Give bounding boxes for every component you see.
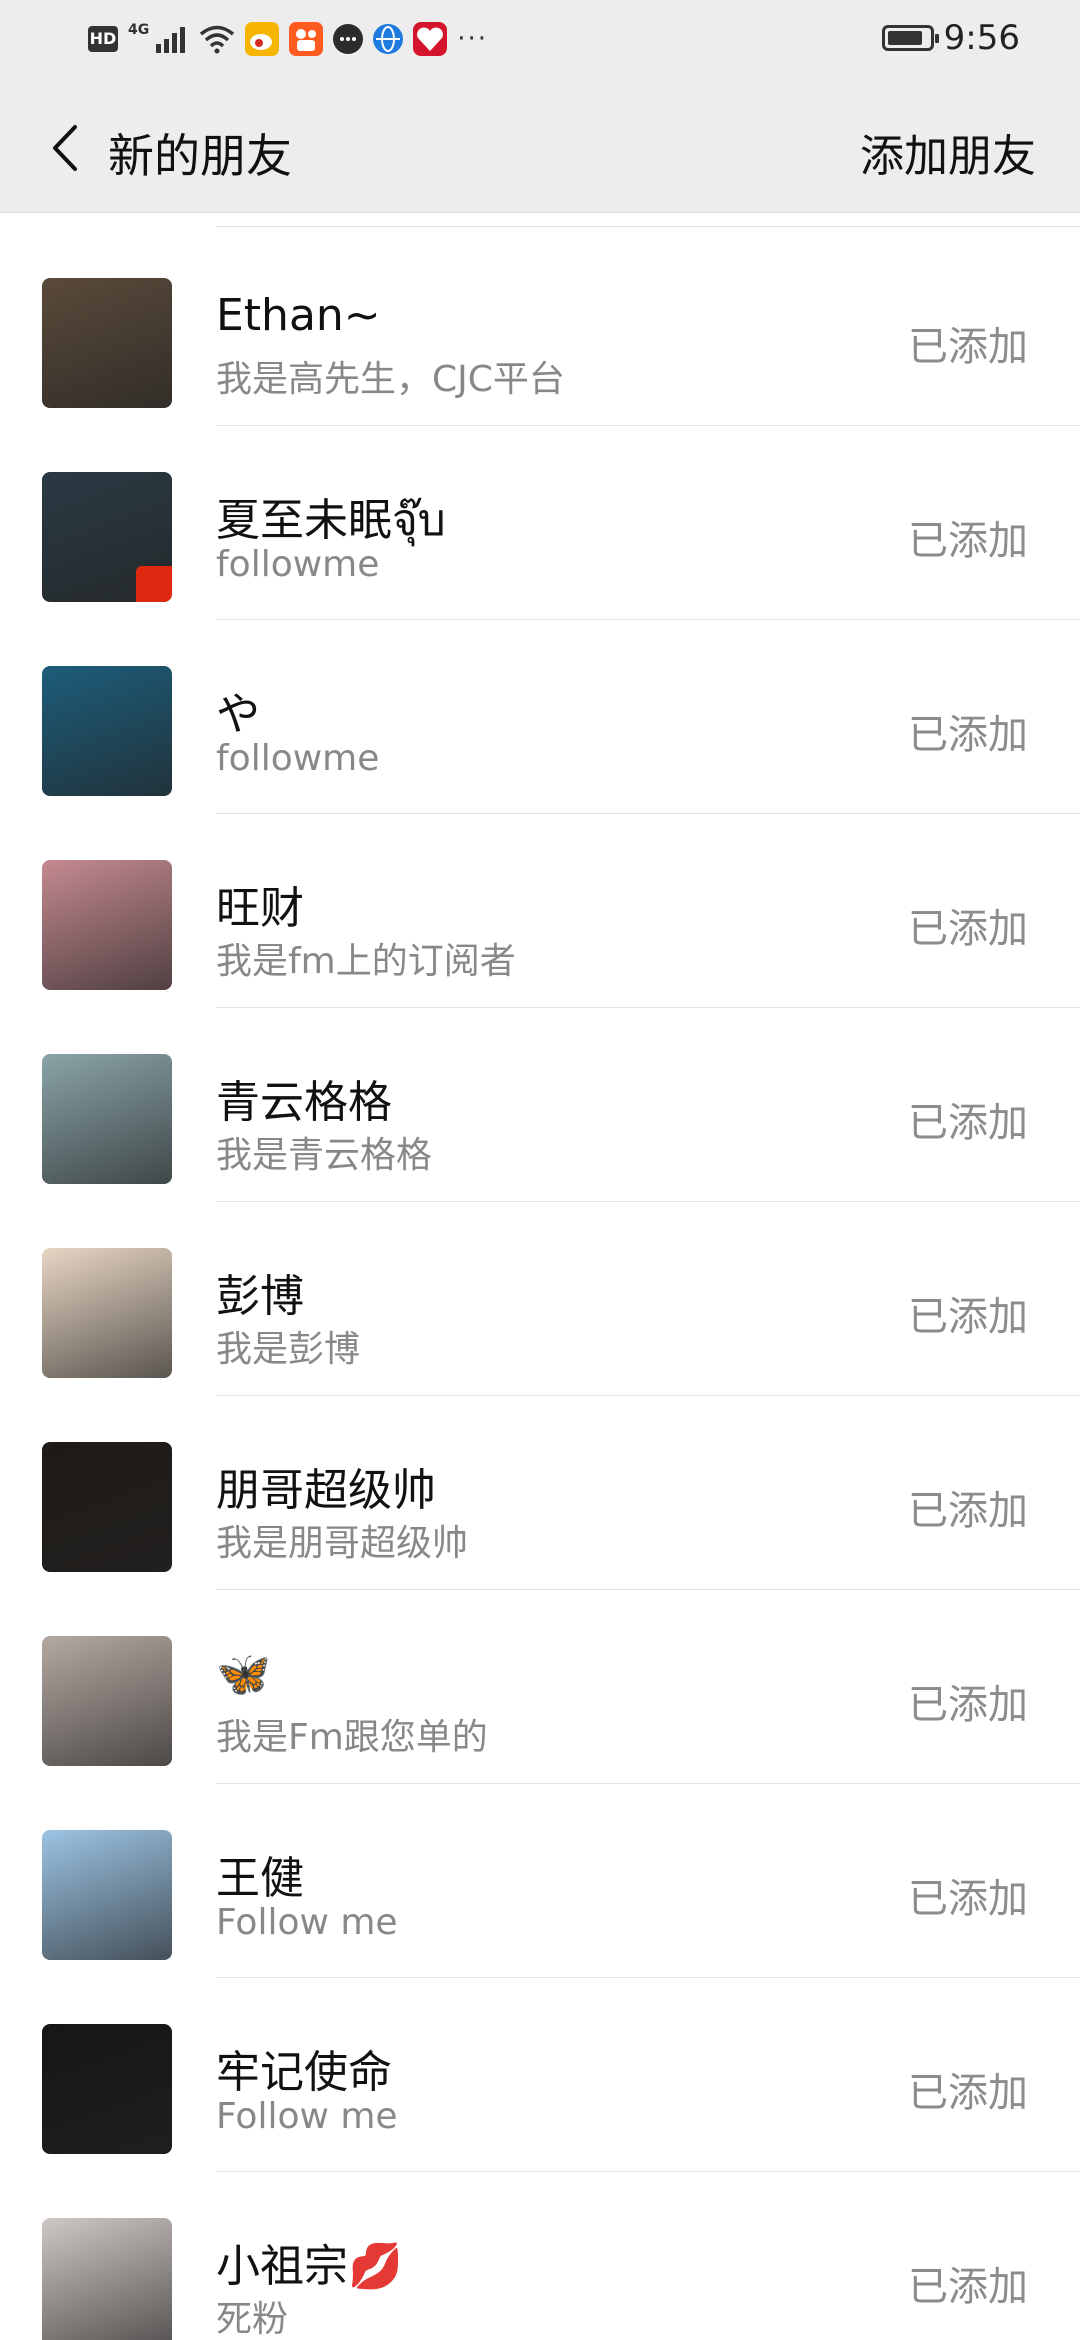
friend-request-message: 我是高先生，CJC平台 [216,359,565,400]
friend-row[interactable]: 🦋 我是Fm跟您单的 已添加 [0,1590,1080,1784]
friend-name: 小祖宗💋 [216,2241,403,2292]
friend-name: 王健 [216,1853,304,1904]
friend-name: や [216,689,260,740]
friend-request-message: Follow me [216,2096,398,2137]
list-divider [216,226,1080,227]
avatar[interactable] [42,666,172,796]
clock: 9:56 [943,18,1020,58]
battery-icon [881,25,939,51]
more-notifications-indicator: ··· [457,24,489,54]
friend-row[interactable]: 彭博我是彭博 已添加 [0,1202,1080,1396]
friend-name: Ethan~ [216,290,381,341]
avatar[interactable] [42,2218,172,2340]
friend-list[interactable]: Ethan~ 我是高先生，CJC平台 已添加 夏至未眠จุ๊บ followme 已添加や… [0,212,1080,2340]
friend-name: 牢记使命 [216,2047,392,2098]
friend-name: 彭博 [216,1271,304,1322]
avatar[interactable] [42,472,172,602]
added-status-label: 已添加 [908,906,1028,952]
friend-row[interactable]: 朋哥超级帅我是朋哥超级帅 已添加 [0,1396,1080,1590]
added-status-label: 已添加 [908,324,1028,370]
friend-row[interactable]: や followme 已添加 [0,620,1080,814]
friend-row[interactable]: Ethan~ 我是高先生，CJC平台 已添加 [0,232,1080,426]
avatar[interactable] [42,1248,172,1378]
friend-name: 旺财 [216,883,304,934]
added-status-label: 已添加 [908,2264,1028,2310]
added-status-label: 已添加 [908,1294,1028,1340]
friend-request-message: 我是朋哥超级帅 [216,1523,469,1564]
friend-row[interactable]: 小祖宗💋 死粉 已添加 [0,2172,1080,2340]
added-status-label: 已添加 [908,2070,1028,2116]
status-icons-left: HD 4G ··· [88,22,488,56]
added-status-label: 已添加 [908,1100,1028,1146]
friend-name: 🦋 [216,1649,271,1700]
friend-request-message: 我是青云格格 [216,1135,433,1176]
friend-request-message: 我是彭博 [216,1329,361,1370]
love-app-icon [413,22,448,56]
friend-name: 青云格格 [216,1077,392,1128]
status-bar: HD 4G ··· 9:56 [0,0,1080,84]
added-status-label: 已添加 [908,1876,1028,1922]
globe-icon [373,24,404,54]
flag-icon [136,566,172,602]
friend-row[interactable]: 王健 Follow me 已添加 [0,1784,1080,1978]
wifi-icon [199,24,235,54]
added-status-label: 已添加 [908,1488,1028,1534]
back-button[interactable] [30,110,100,186]
hd-badge: HD [88,26,118,52]
add-friend-button[interactable]: 添加朋友 [860,120,1036,184]
weibo-icon [245,22,280,56]
network-type: 4G [128,22,150,38]
added-status-label: 已添加 [908,712,1028,758]
friend-name: 朋哥超级帅 [216,1465,436,1516]
status-icons-right: 9:56 [881,18,1020,58]
signal-icon [155,24,189,54]
added-status-label: 已添加 [908,518,1028,564]
friend-row[interactable]: 青云格格我是青云格格 已添加 [0,1008,1080,1202]
avatar[interactable] [42,860,172,990]
friend-request-message: 我是fm上的订阅者 [216,941,516,982]
avatar[interactable] [42,1054,172,1184]
added-status-label: 已添加 [908,1682,1028,1728]
chevron-left-icon [53,125,77,171]
friend-request-message: 我是Fm跟您单的 [216,1717,488,1758]
avatar[interactable] [42,1830,172,1960]
kuaishou-icon [289,22,324,56]
friend-request-message: followme [216,738,380,779]
message-icon [333,24,364,54]
friend-request-message: 死粉 [216,2299,289,2340]
avatar[interactable] [42,278,172,408]
page-title: 新的朋友 [108,129,292,183]
friend-row[interactable]: 旺财我是fm上的订阅者 已添加 [0,814,1080,1008]
friend-request-message: Follow me [216,1902,398,1943]
friend-request-message: followme [216,544,380,585]
navigation-bar: 新的朋友 添加朋友 [0,84,1080,213]
avatar[interactable] [42,2024,172,2154]
avatar[interactable] [42,1442,172,1572]
friend-row[interactable]: 牢记使命 Follow me 已添加 [0,1978,1080,2172]
avatar[interactable] [42,1636,172,1766]
friend-row[interactable]: 夏至未眠จุ๊บ followme 已添加 [0,426,1080,620]
